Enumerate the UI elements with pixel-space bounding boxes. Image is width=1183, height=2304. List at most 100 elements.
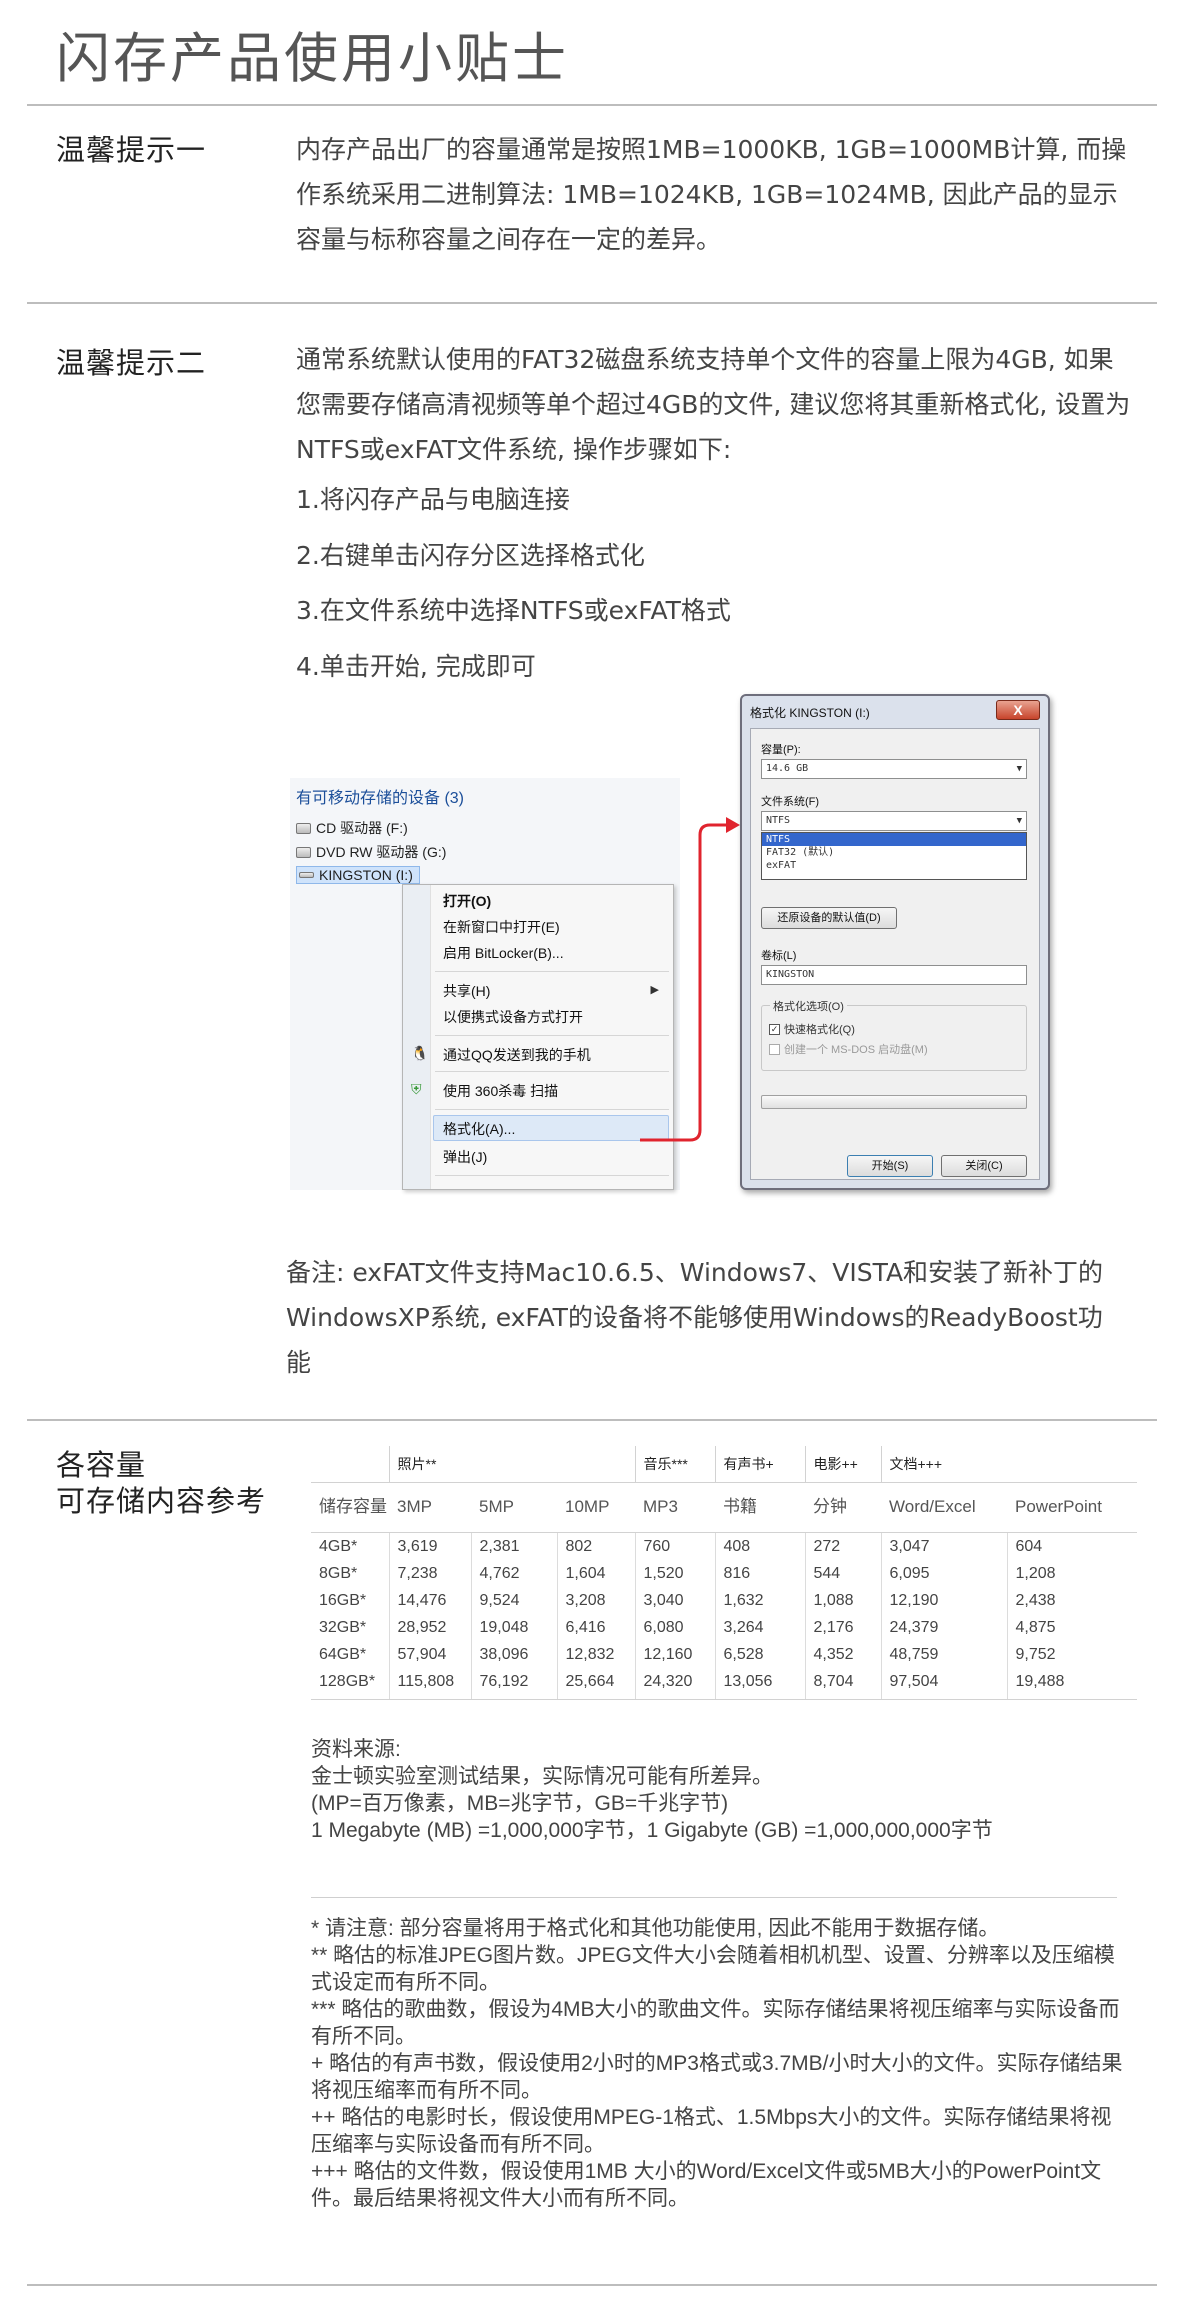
dropdown-arrow-icon: ▼: [1016, 764, 1022, 774]
table-cell: 1,088: [805, 1586, 882, 1614]
quick-format-checkbox[interactable]: ✓ 快速格式化(Q): [769, 1021, 855, 1037]
table-cell: 2,176: [805, 1613, 882, 1641]
table-cell: 1,208: [1015, 1564, 1056, 1582]
note-item: + 略估的有声书数，假设使用2小时的MP3格式或3.7MB/小时大小的文件。实际…: [311, 2052, 1123, 2102]
filesystem-value: NTFS: [766, 815, 791, 826]
table-row: 64GB* 57,904 38,096 12,832 12,160 6,528 4,352 4…: [311, 1640, 1137, 1668]
table-cell: 6,095: [881, 1559, 1008, 1587]
source-line: 1 Megabyte (MB) =1,000,000字节，1 Gigabyte …: [311, 1819, 993, 1842]
header-cell: Word/Excel: [881, 1481, 1007, 1533]
format-options-group: 格式化选项(O): [761, 998, 1027, 1071]
table-cell: 3,264: [715, 1613, 806, 1641]
capacity-value: 14.6 GB: [766, 763, 809, 774]
table-cell: 13,056: [715, 1667, 806, 1700]
table-cell: 802: [557, 1532, 636, 1560]
checkbox-checked-icon: ✓: [769, 1023, 780, 1035]
msdos-disk-label: 创建一个 MS-DOS 启动盘(M): [784, 1044, 928, 1056]
table-row: 8GB* 7,238 4,762 1,604 1,520 816 544 6,095 1,208: [311, 1559, 1137, 1587]
note-item: *** 略估的歌曲数，假设为4MB大小的歌曲文件。实际存储结果将视压缩率与实际设…: [311, 1998, 1120, 2048]
table-row: 16GB* 14,476 9,524 3,208 3,040 1,632 1,088 12,1…: [311, 1586, 1137, 1614]
table-cell: 19,488: [1007, 1667, 1137, 1700]
capacity-select[interactable]: 14.6 GB ▼: [761, 759, 1027, 779]
table-cell: 1,632: [715, 1586, 806, 1614]
table-cell: 12,832: [557, 1640, 636, 1668]
group-movie: 电影++: [804, 1446, 881, 1482]
capacity-table: 照片** 音乐*** 有声书+ 电影++ 文档+++ 储存容量 3MP 5MP …: [311, 1446, 1137, 1700]
table-cell: 3,040: [635, 1586, 716, 1614]
close-button[interactable]: 关闭(C): [941, 1155, 1027, 1177]
header-cell: 储存容量: [311, 1481, 389, 1533]
table-cell: 3,047: [881, 1532, 1008, 1560]
msdos-disk-checkbox: 创建一个 MS-DOS 启动盘(M): [769, 1041, 928, 1057]
source-line: (MP=百万像素，MB=兆字节，GB=千兆字节): [311, 1792, 729, 1815]
capacity-label: 容量(P):: [761, 744, 801, 756]
table-cell: 32GB*: [311, 1613, 390, 1641]
table-body: 4GB* 3,619 2,381 802 760 408 272 3,047 604 8GB* 7,…: [311, 1532, 1137, 1700]
table-cell: 6,528: [715, 1640, 806, 1668]
tip2-divider: [27, 1419, 1157, 1421]
table-row: 4GB* 3,619 2,381 802 760 408 272 3,047 604: [311, 1532, 1137, 1560]
table-cell: 760: [635, 1532, 716, 1560]
source-line: 金士顿实验室测试结果，实际情况可能有所差异。: [311, 1765, 773, 1788]
note-item: +++ 略估的文件数，假设使用1MB 大小的Word/Excel文件或5MB大小…: [311, 2160, 1102, 2210]
source-title: 资料来源:: [311, 1738, 401, 1761]
table-cell: 544: [805, 1559, 882, 1587]
dropdown-arrow-icon: ▼: [1016, 816, 1022, 826]
table-cell: 9,752: [1015, 1645, 1056, 1663]
fs-option-exfat[interactable]: exFAT: [762, 859, 1026, 872]
format-dialog: 格式化 KINGSTON (I:) X 容量(P): 14.6 GB ▼ 文件系…: [740, 694, 1050, 1190]
header-cell: 10MP: [557, 1481, 635, 1533]
table-cell: 408: [715, 1532, 806, 1560]
format-options-title: 格式化选项(O): [770, 998, 847, 1014]
capacity-label-line1: 各容量: [56, 1448, 147, 1482]
table-cell: 4,762: [471, 1559, 558, 1587]
fs-option-ntfs[interactable]: NTFS: [762, 833, 1026, 846]
table-row: 32GB* 28,952 19,048 6,416 6,080 3,264 2,176 24,…: [311, 1613, 1137, 1641]
checkbox-empty-icon: [769, 1043, 780, 1055]
header-cell: 书籍: [715, 1481, 805, 1533]
group-docs: 文档+++: [880, 1446, 1007, 1482]
table-cell: 24,320: [635, 1667, 716, 1700]
table-cell: 4GB*: [311, 1532, 390, 1560]
group-music: 音乐***: [634, 1446, 715, 1482]
table-cell: 3,619: [389, 1532, 472, 1560]
table-cell: 128GB*: [311, 1667, 390, 1700]
table-cell: 9,524: [471, 1586, 558, 1614]
header-cell: 3MP: [389, 1481, 471, 1533]
group-photo: 照片**: [388, 1446, 471, 1482]
header-cell: MP3: [635, 1481, 715, 1533]
source-block: 资料来源: 金士顿实验室测试结果，实际情况可能有所差异。 (MP=百万像素，MB…: [311, 1736, 1141, 1844]
table-cell: 64GB*: [311, 1640, 390, 1668]
header-cell: PowerPoint: [1007, 1481, 1137, 1533]
restore-defaults-button[interactable]: 还原设备的默认值(D): [761, 907, 897, 929]
table-cell: 25,664: [557, 1667, 636, 1700]
table-cell: 6,080: [635, 1613, 716, 1641]
table-cell: 2,438: [1015, 1591, 1056, 1609]
notes-block: * 请注意: 部分容量将用于格式化和其他功能使用, 因此不能用于数据存储。 **…: [311, 1915, 1131, 2212]
table-cell: 8,704: [805, 1667, 882, 1700]
capacity-label-line2: 可存储内容参考: [56, 1484, 267, 1518]
start-button[interactable]: 开始(S): [847, 1155, 933, 1177]
volume-label-input[interactable]: KINGSTON: [761, 965, 1027, 985]
note-item: * 请注意: 部分容量将用于格式化和其他功能使用, 因此不能用于数据存储。: [311, 1917, 1000, 1940]
table-cell: 12,190: [881, 1586, 1008, 1614]
header-cell: 分钟: [805, 1481, 881, 1533]
table-cell: 38,096: [471, 1640, 558, 1668]
table-cell: 12,160: [635, 1640, 716, 1668]
table-cell: 1,604: [557, 1559, 636, 1587]
quick-format-label: 快速格式化(Q): [784, 1024, 855, 1036]
table-cell: 4,875: [1015, 1618, 1056, 1636]
filesystem-select[interactable]: NTFS ▼: [761, 811, 1027, 831]
notes-divider: [311, 1897, 1117, 1898]
table-cell: 28,952: [389, 1613, 472, 1641]
header-cell: 5MP: [471, 1481, 557, 1533]
table-cell: 115,808: [389, 1667, 472, 1700]
table-cell: 14,476: [389, 1586, 472, 1614]
dialog-close-button[interactable]: X: [996, 700, 1040, 720]
format-progress-bar: [761, 1095, 1027, 1109]
note-item: ** 略估的标准JPEG图片数。JPEG文件大小会随着相机机型、设置、分辨率以及…: [311, 1944, 1115, 1994]
table-cell: 604: [1015, 1537, 1043, 1555]
table-cell: 4,352: [805, 1640, 882, 1668]
fs-option-fat32[interactable]: FAT32 (默认): [762, 846, 1026, 859]
table-cell: 19,048: [471, 1613, 558, 1641]
